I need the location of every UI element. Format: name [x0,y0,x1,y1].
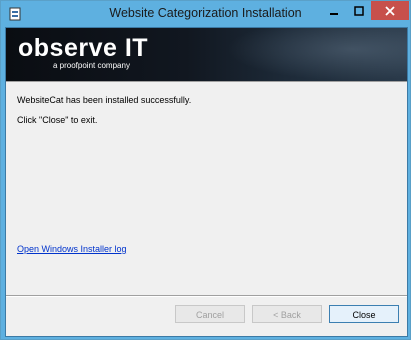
close-icon [385,5,395,16]
instruction-text: Click "Close" to exit. [17,115,98,125]
open-installer-log-link[interactable]: Open Windows Installer log [17,244,127,254]
success-message: WebsiteCat has been installed successful… [17,95,192,105]
cancel-button[interactable]: Cancel [175,305,245,323]
maximize-icon [353,5,364,16]
close-button[interactable]: Close [329,305,399,323]
dialog-body: observe IT a proofpoint company WebsiteC… [5,27,408,337]
maximize-button[interactable] [346,1,371,20]
footer-divider-highlight [6,296,407,297]
minimize-button[interactable] [321,1,346,20]
back-button[interactable]: < Back [252,305,322,323]
title-bar[interactable]: Website Categorization Installation [1,1,410,27]
installer-window: Website Categorization Installation obse… [0,0,411,340]
close-window-button[interactable] [371,1,409,20]
header-banner: observe IT a proofpoint company [6,28,407,81]
banner-divider [6,81,407,82]
brand-tagline: a proofpoint company [53,61,130,70]
minimize-icon [329,12,338,15]
banner-image [226,28,407,81]
brand-logo: observe IT [18,34,149,62]
